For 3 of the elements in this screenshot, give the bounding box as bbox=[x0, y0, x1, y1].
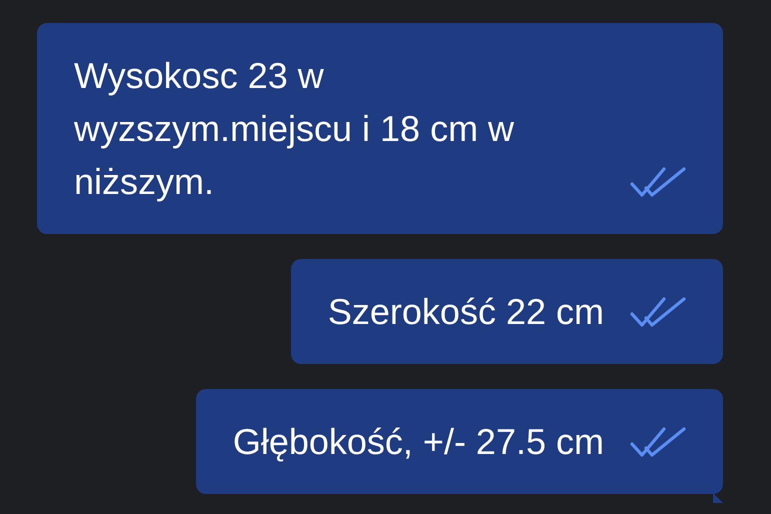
message-text: Szerokość 22 cm bbox=[328, 290, 604, 334]
message-text: Głębokość, +/- 27.5 cm bbox=[232, 420, 604, 464]
message-text: Wysokosc 23 w wyzszym.miejscu i 18 cm w niższym. bbox=[74, 54, 516, 204]
